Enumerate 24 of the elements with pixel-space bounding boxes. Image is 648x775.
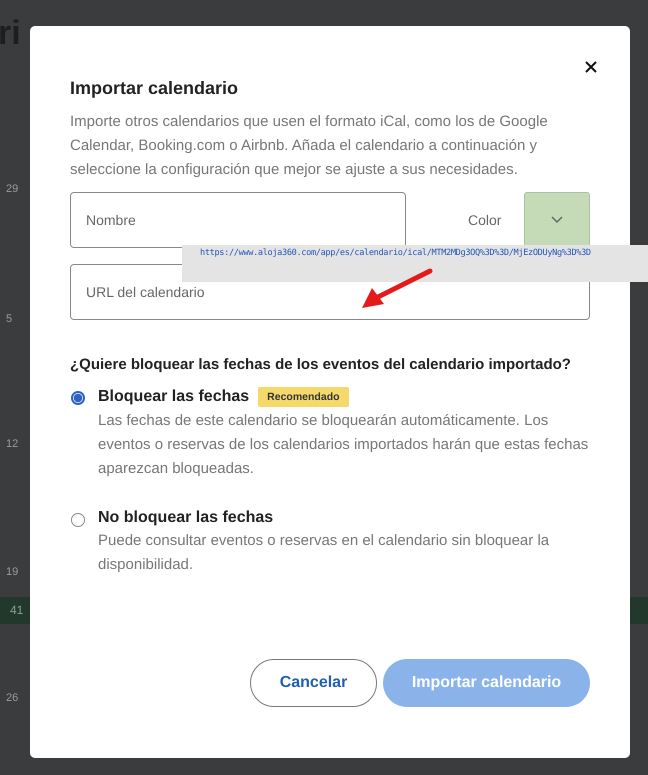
color-dropdown[interactable]: [524, 192, 590, 248]
option-label[interactable]: Bloquear las fechas: [98, 388, 250, 406]
recommended-badge: Recomendado: [258, 387, 349, 407]
name-field[interactable]: Nombre: [70, 192, 406, 248]
cancel-button[interactable]: Cancelar: [250, 659, 377, 707]
close-icon: [585, 61, 597, 73]
day-number: 29: [6, 183, 18, 195]
day-number: 19: [6, 566, 18, 578]
radio-button[interactable]: [71, 513, 85, 527]
event-label: 41: [10, 603, 24, 617]
url-link[interactable]: https://www.aloja360.com/app/es/calendario/ical/MTM2MDg3OQ%3D%3D/MjEzODUyNg%3D%3D: [200, 248, 591, 258]
dialog-title: Importar calendario: [70, 78, 240, 99]
close-button[interactable]: [583, 59, 599, 75]
day-number: 26: [6, 692, 18, 704]
question-text: ¿Quiere bloquear las fechas de los eventos del calendario importado?: [70, 356, 572, 373]
option-description: Las fechas de este calendario se bloquearán automáticamente. Los eventos o reservas de los calendarios importados harán que estas fechas aparezcan bloqueadas.: [98, 411, 590, 479]
day-number: 12: [6, 438, 18, 450]
color-label: Color: [468, 212, 502, 228]
chevron-down-icon: [551, 216, 563, 224]
dialog-description: Importe otros calendarios que usen el formato iCal, como los de Google Calendar, Booking.com o Airbnb. Añada el calendario a continuación y seleccione la configuración que mejor se ajuste a sus necesidades.: [70, 112, 549, 180]
day-number: 5: [6, 313, 12, 325]
radio-button[interactable]: [71, 391, 85, 405]
option-label[interactable]: No bloquear las fechas: [98, 509, 274, 527]
option-description: Puede consultar eventos o reservas en el calendario sin bloquear la disponibilidad.: [98, 531, 550, 575]
